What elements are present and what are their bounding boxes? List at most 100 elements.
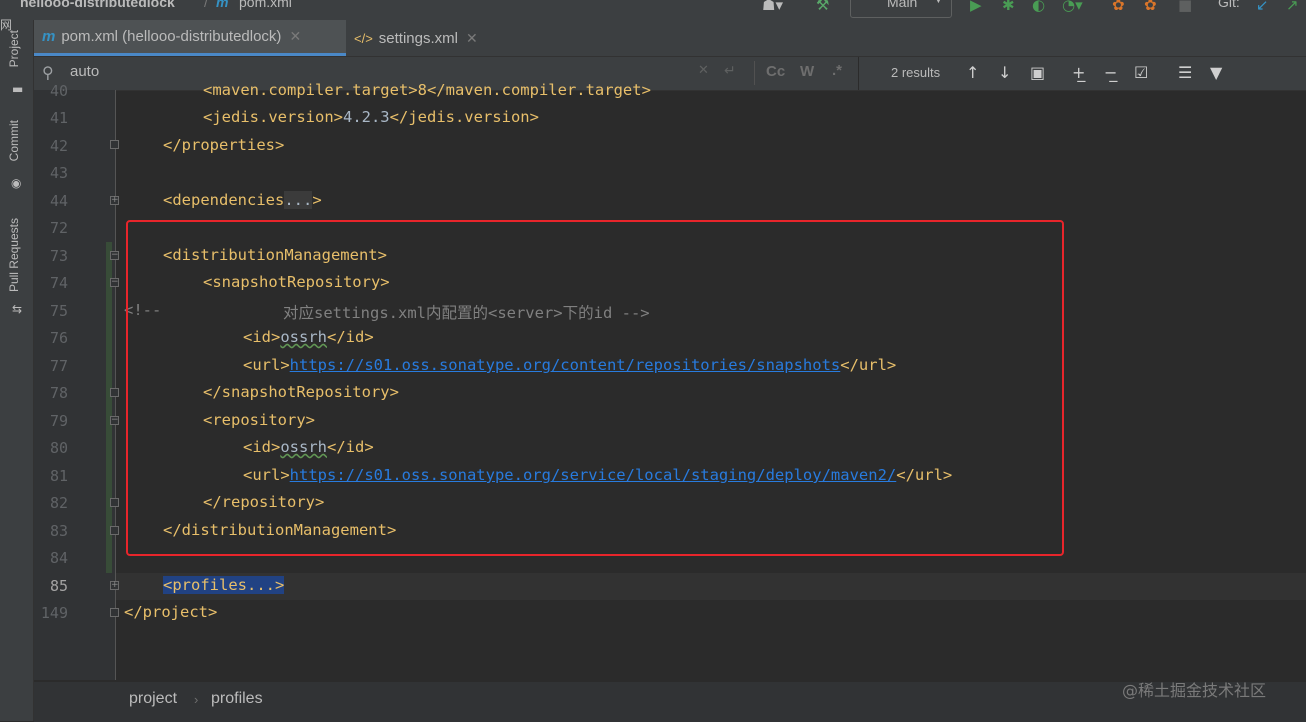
coverage-icon[interactable]: ◐ [1032, 0, 1045, 14]
git-label: Git: [1218, 0, 1240, 10]
gutter-divider [115, 90, 116, 680]
highlight-annotation-box [126, 220, 1064, 556]
fold-collapse-icon[interactable]: − [110, 251, 119, 260]
breadcrumb-profiles[interactable]: profiles [211, 690, 263, 708]
maven-icon: m [216, 0, 229, 10]
fold-end-icon[interactable] [110, 140, 119, 149]
match-case-button[interactable]: Cc [766, 63, 785, 80]
code-line[interactable]: </project> [124, 603, 217, 621]
code-line[interactable]: <maven.compiler.target>8</maven.compiler… [203, 81, 651, 99]
tab-pom-xml[interactable]: m pom.xml (hellooo-distributedlock) ✕ [34, 20, 346, 56]
tab-settings-xml[interactable]: </> settings.xml ✕ [346, 20, 496, 56]
fold-collapse-icon[interactable]: − [110, 416, 119, 425]
fold-expand-icon[interactable]: + [110, 196, 119, 205]
line-number: 43 [49, 164, 68, 182]
run-config-label: Main [887, 0, 918, 10]
arrow-down-icon[interactable]: ↓ [998, 63, 1011, 82]
line-number: 83 [49, 522, 68, 540]
new-line-icon[interactable]: ↵ [724, 63, 736, 79]
xml-tag: </jedis.version> [389, 108, 539, 126]
maven-file-icon: m [42, 28, 56, 45]
git-update-icon[interactable]: ↙ [1256, 0, 1269, 14]
line-number: 80 [49, 439, 68, 457]
run-icon[interactable]: ▶ [970, 0, 982, 14]
line-number: 42 [49, 137, 68, 155]
plugin-icon[interactable]: ✿ [1144, 0, 1157, 14]
line-number: 73 [49, 247, 68, 265]
project-tool-button[interactable]: Project [7, 30, 21, 67]
close-icon[interactable]: ✕ [466, 30, 478, 47]
current-line-highlight [116, 573, 1306, 600]
xml-file-icon: </> [354, 30, 373, 46]
fold-end-icon[interactable] [110, 498, 119, 507]
build-hammer-icon[interactable]: ⚒ [816, 0, 829, 14]
fold-collapse-icon[interactable]: − [110, 278, 119, 287]
search-input[interactable]: auto [70, 63, 99, 80]
commit-icon: ◉ [11, 176, 22, 190]
line-number: 75 [49, 302, 68, 320]
fold-end-icon[interactable] [110, 388, 119, 397]
folded-profiles-selection[interactable]: <profiles...> [163, 576, 285, 594]
results-count: 2 results [891, 65, 941, 80]
line-number: 81 [49, 467, 68, 485]
select-all-occurrences-icon[interactable]: ▣ [1030, 63, 1045, 82]
commit-tool-button[interactable]: Commit [7, 120, 21, 161]
line-number: 40 [49, 82, 68, 100]
clear-icon[interactable]: ✕ [698, 63, 709, 78]
regex-button[interactable]: .* [832, 62, 842, 79]
divider [754, 61, 755, 85]
line-number: 149 [40, 604, 68, 622]
line-number: 78 [49, 384, 68, 402]
arrow-up-icon[interactable]: ↑ [966, 63, 979, 82]
code-line[interactable]: <jedis.version>4.2.3</jedis.version> [203, 108, 539, 126]
git-commit-icon[interactable]: ↗ [1286, 0, 1299, 14]
fold-end-icon[interactable] [110, 526, 119, 535]
stop-icon[interactable]: ■ [1178, 0, 1192, 14]
debug-icon[interactable]: ✱ [1002, 0, 1015, 14]
chevron-down-icon: ▼ [933, 0, 944, 6]
tab-label: pom.xml (hellooo-distributedlock) [61, 28, 282, 45]
pull-request-icon: ⇆ [12, 302, 23, 316]
line-number: 79 [49, 412, 68, 430]
pull-requests-tool-button[interactable]: Pull Requests [7, 218, 21, 292]
xml-tag: <dependencies [163, 191, 285, 209]
breadcrumb-project[interactable]: project [129, 690, 177, 708]
line-number: 74 [49, 274, 68, 292]
tab-label: settings.xml [378, 29, 458, 47]
xml-tag: <jedis.version> [203, 108, 343, 126]
profile-icon[interactable]: ◔▾ [1062, 0, 1083, 14]
toggle-selection-icon[interactable]: ☑ [1134, 63, 1148, 82]
line-number: 72 [49, 219, 68, 237]
fold-end-icon[interactable] [110, 608, 119, 617]
services-icon[interactable]: ✿ [1112, 0, 1125, 14]
line-number: 77 [49, 357, 68, 375]
filter-icon[interactable]: ▼ [1210, 63, 1222, 82]
editor-tabs: m pom.xml (hellooo-distributedlock) ✕ </… [34, 20, 1306, 57]
remove-occurrence-icon[interactable]: −̲ [1104, 63, 1117, 82]
whole-words-button[interactable]: W [800, 63, 814, 80]
code-line[interactable]: <profiles...> [163, 576, 285, 594]
file-name[interactable]: pom.xml [239, 0, 292, 10]
tool-window-strip: 网 Project ▬ Commit ◉ Pull Requests ⇆ [0, 18, 34, 721]
run-configuration-select[interactable]: Main ▼ [850, 0, 952, 18]
filter-lines-icon[interactable]: ☰ [1178, 63, 1192, 82]
line-number: 76 [49, 329, 68, 347]
add-occurrence-icon[interactable]: +̲ [1072, 63, 1085, 82]
xml-tag: > [312, 191, 322, 209]
folded-region[interactable]: ... [284, 191, 313, 209]
vcs-change-marker[interactable] [106, 242, 112, 573]
search-icon[interactable]: ⚲ [42, 63, 54, 82]
project-name[interactable]: hellooo-distributedlock [20, 0, 175, 10]
breadcrumb: project › profiles [34, 681, 1306, 722]
line-number: 44 [49, 192, 68, 210]
navigation-bar: hellooo-distributedlock / m pom.xml ☗▾ ⚒… [0, 0, 1306, 21]
divider [858, 57, 859, 90]
watermark: @稀土掘金技术社区 [1122, 681, 1267, 700]
chevron-right-icon: › [194, 692, 199, 707]
close-icon[interactable]: ✕ [289, 28, 301, 45]
code-line[interactable]: <dependencies...> [163, 191, 322, 209]
code-line[interactable]: </properties> [163, 136, 284, 154]
line-number: 82 [49, 494, 68, 512]
fold-expand-icon[interactable]: + [110, 581, 119, 590]
user-icon[interactable]: ☗▾ [762, 0, 783, 14]
